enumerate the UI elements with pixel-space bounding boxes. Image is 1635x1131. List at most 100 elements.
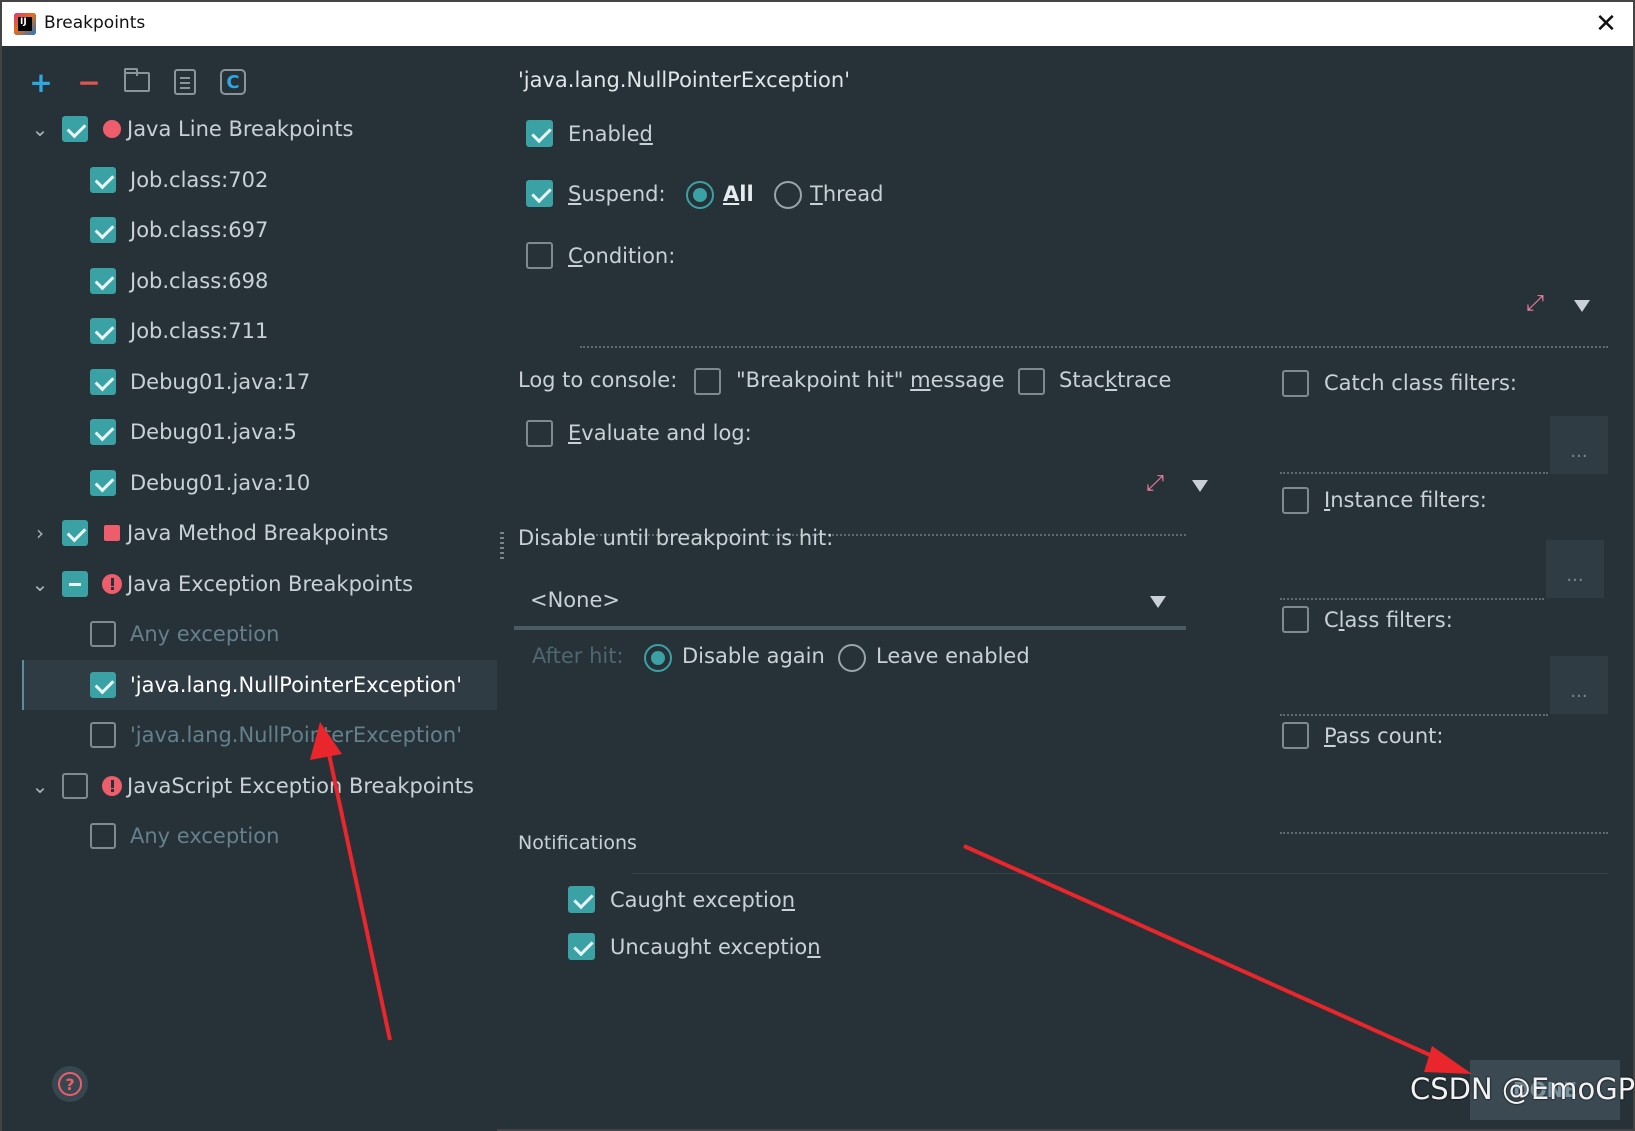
- chevron-down-icon[interactable]: ⌄: [32, 117, 49, 141]
- caught-exception-checkbox[interactable]: [568, 886, 595, 913]
- tree-item-selected[interactable]: 'java.lang.NullPointerException': [22, 659, 497, 710]
- group-by-folder-button[interactable]: [122, 67, 152, 97]
- pass-count-input[interactable]: [1280, 832, 1608, 834]
- evaluate-history-dropdown[interactable]: [1192, 480, 1208, 492]
- item-checkbox[interactable]: [90, 166, 116, 193]
- details-title: 'java.lang.NullPointerException': [518, 68, 850, 92]
- catch-class-filters-browse-button[interactable]: ...: [1550, 416, 1608, 474]
- group-by-file-button[interactable]: [170, 67, 200, 97]
- disable-again-radio[interactable]: [644, 644, 672, 672]
- item-checkbox[interactable]: [90, 217, 116, 244]
- item-checkbox[interactable]: [90, 267, 116, 294]
- item-label: Job.class:711: [130, 319, 269, 344]
- instance-filters-browse-button[interactable]: ...: [1546, 540, 1604, 598]
- instance-filters-input[interactable]: [1280, 598, 1544, 600]
- instance-filters-checkbox[interactable]: [1282, 487, 1309, 514]
- method-breakpoint-icon: [104, 525, 120, 542]
- breakpoint-tree-panel: + − C ⌄ Java Line Breakpoints Job.class:…: [2, 46, 497, 1131]
- tree-item[interactable]: Debug01.java:10: [22, 458, 497, 509]
- suspend-all-radio[interactable]: [686, 181, 714, 209]
- tree-item[interactable]: Debug01.java:5: [22, 407, 497, 458]
- item-label: Debug01.java:10: [130, 470, 311, 495]
- file-icon: [174, 69, 196, 95]
- tree-item[interactable]: Job.class:697: [22, 205, 497, 256]
- disable-until-combobox[interactable]: <None>: [514, 576, 1186, 630]
- group-checkbox[interactable]: [62, 570, 88, 597]
- watermark-text: CSDN @EmoGP: [1410, 1072, 1635, 1106]
- remove-breakpoint-button[interactable]: −: [74, 66, 104, 99]
- item-checkbox[interactable]: [90, 368, 116, 395]
- item-checkbox[interactable]: [90, 823, 116, 850]
- chevron-down-icon[interactable]: ⌄: [32, 572, 49, 596]
- suspend-all-label: All: [723, 182, 754, 206]
- pass-count-checkbox[interactable]: [1282, 722, 1309, 749]
- condition-history-dropdown[interactable]: [1574, 300, 1590, 312]
- caught-exception-label: Caught exception: [610, 888, 796, 912]
- leave-enabled-radio[interactable]: [838, 644, 866, 672]
- tree-item[interactable]: Any exception: [22, 609, 497, 660]
- exception-breakpoint-icon: [102, 573, 122, 594]
- add-breakpoint-button[interactable]: +: [26, 66, 56, 99]
- tree-group-javascript-exception[interactable]: ⌄ JavaScript Exception Breakpoints: [22, 761, 497, 812]
- item-label: Any exception: [130, 622, 280, 647]
- tree-group-java-line[interactable]: ⌄ Java Line Breakpoints: [22, 104, 497, 155]
- evaluate-and-log-checkbox[interactable]: [526, 420, 553, 447]
- tree-item[interactable]: Job.class:698: [22, 256, 497, 307]
- item-checkbox[interactable]: [90, 469, 116, 496]
- tree-group-java-exception[interactable]: ⌄ Java Exception Breakpoints: [22, 559, 497, 610]
- group-by-class-button[interactable]: C: [218, 67, 248, 97]
- tree-item[interactable]: Job.class:711: [22, 306, 497, 357]
- tree-item[interactable]: Debug01.java:17: [22, 357, 497, 408]
- uncaught-exception-label: Uncaught exception: [610, 935, 821, 959]
- enabled-checkbox[interactable]: [526, 120, 553, 147]
- suspend-checkbox[interactable]: [526, 180, 553, 207]
- item-label: Job.class:697: [130, 218, 269, 243]
- chevron-right-icon[interactable]: ›: [32, 521, 48, 545]
- item-label: Any exception: [130, 824, 280, 849]
- item-checkbox[interactable]: [90, 621, 116, 648]
- item-label: Job.class:702: [130, 167, 269, 192]
- expand-icon[interactable]: ⤢: [1142, 470, 1168, 496]
- title-bar: IJ Breakpoints ✕: [2, 2, 1633, 46]
- chevron-down-icon: [1150, 596, 1166, 608]
- notifications-heading: Notifications: [518, 832, 637, 854]
- item-checkbox[interactable]: [90, 671, 116, 698]
- after-hit-label: After hit:: [532, 644, 624, 668]
- item-label: Debug01.java:17: [130, 369, 311, 394]
- breakpoint-hit-message-checkbox[interactable]: [694, 368, 721, 395]
- help-button[interactable]: ?: [52, 1066, 88, 1102]
- chevron-down-icon[interactable]: ⌄: [32, 774, 49, 798]
- tree-group-java-method[interactable]: › Java Method Breakpoints: [22, 508, 497, 559]
- item-label: 'java.lang.NullPointerException': [130, 672, 462, 697]
- tree-item[interactable]: Job.class:702: [22, 155, 497, 206]
- tree-item[interactable]: Any exception: [22, 811, 497, 862]
- condition-input[interactable]: [580, 346, 1608, 348]
- intellij-app-icon: IJ: [14, 13, 36, 35]
- condition-checkbox[interactable]: [526, 242, 553, 269]
- enabled-label: Enabled: [568, 122, 653, 146]
- close-button[interactable]: ✕: [1589, 8, 1623, 40]
- suspend-thread-label: Thread: [810, 182, 884, 206]
- catch-class-filters-checkbox[interactable]: [1282, 370, 1309, 397]
- class-filters-checkbox[interactable]: [1282, 606, 1309, 633]
- catch-class-filters-input[interactable]: [1280, 472, 1548, 474]
- stacktrace-label: Stacktrace: [1059, 368, 1172, 392]
- group-checkbox[interactable]: [62, 116, 88, 143]
- item-checkbox[interactable]: [90, 419, 116, 446]
- exception-breakpoint-icon: [102, 775, 122, 796]
- item-checkbox[interactable]: [90, 318, 116, 345]
- item-checkbox[interactable]: [90, 722, 116, 749]
- group-checkbox[interactable]: [62, 520, 88, 547]
- stacktrace-checkbox[interactable]: [1018, 368, 1045, 395]
- expand-icon[interactable]: ⤢: [1522, 290, 1548, 316]
- class-filters-browse-button[interactable]: ...: [1550, 656, 1608, 714]
- item-label: 'java.lang.NullPointerException': [130, 723, 462, 748]
- group-checkbox[interactable]: [62, 772, 88, 799]
- class-filters-input[interactable]: [1280, 714, 1548, 716]
- suspend-thread-radio[interactable]: [774, 181, 802, 209]
- uncaught-exception-checkbox[interactable]: [568, 933, 595, 960]
- tree-item[interactable]: 'java.lang.NullPointerException': [22, 710, 497, 761]
- condition-label: Condition:: [568, 244, 676, 268]
- pass-count-label: Pass count:: [1324, 724, 1444, 748]
- group-label: Java Method Breakpoints: [127, 521, 389, 546]
